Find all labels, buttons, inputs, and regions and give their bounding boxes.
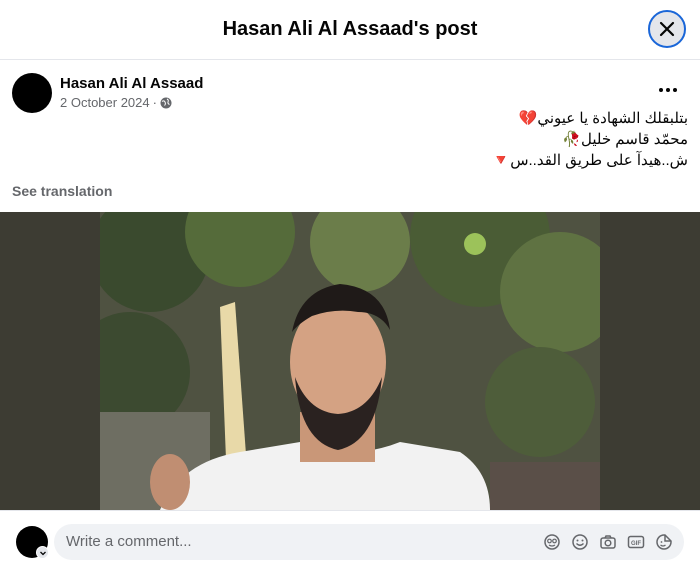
post-text: بتلبقلك الشهادة يا عيوني💔 محمّد قاسم خلي… xyxy=(88,108,688,171)
post-media[interactable] xyxy=(0,212,700,510)
chevron-down-icon xyxy=(39,551,46,555)
profile-switch-button[interactable] xyxy=(36,546,49,559)
dialog-title: Hasan Ali Al Assaad's post xyxy=(222,18,478,40)
gif-button[interactable]: GIF xyxy=(626,532,646,552)
camera-icon xyxy=(600,535,616,549)
author-name[interactable]: Hasan Ali Al Assaad xyxy=(60,75,203,92)
comment-tools: GIF xyxy=(542,532,674,552)
author-avatar[interactable] xyxy=(12,73,52,113)
avatar-sticker-button[interactable] xyxy=(542,532,562,552)
see-translation-link[interactable]: See translation xyxy=(12,183,112,199)
comment-bar: Write a comment... GIF xyxy=(0,510,700,577)
dialog-header: Hasan Ali Al Assaad's post xyxy=(0,0,700,60)
gif-icon: GIF xyxy=(627,535,645,549)
more-options-dot xyxy=(673,88,677,92)
comment-input[interactable]: Write a comment... GIF xyxy=(54,524,684,560)
sticker-button[interactable] xyxy=(654,532,674,552)
more-options-icon xyxy=(659,88,663,92)
more-options-button[interactable] xyxy=(654,80,682,100)
emoji-icon xyxy=(572,534,588,550)
sticker-icon xyxy=(656,534,672,550)
photo-of-man-with-beard xyxy=(100,212,600,510)
globe-icon[interactable] xyxy=(160,97,172,109)
post-photo[interactable] xyxy=(100,212,600,510)
post-text-line: ش..هيدآ على طريق القد..س🔻 xyxy=(491,152,688,169)
post-text-line: بتلبقلك الشهادة يا عيوني💔 xyxy=(518,110,688,127)
avatar-sticker-icon xyxy=(544,534,560,550)
emoji-button[interactable] xyxy=(570,532,590,552)
more-options-dot xyxy=(666,88,670,92)
close-icon xyxy=(659,21,675,37)
camera-button[interactable] xyxy=(598,532,618,552)
svg-text:GIF: GIF xyxy=(631,541,641,547)
comment-placeholder: Write a comment... xyxy=(66,533,192,550)
post-text-line: محمّد قاسم خليل🥀 xyxy=(562,131,688,148)
close-button[interactable] xyxy=(648,10,686,48)
